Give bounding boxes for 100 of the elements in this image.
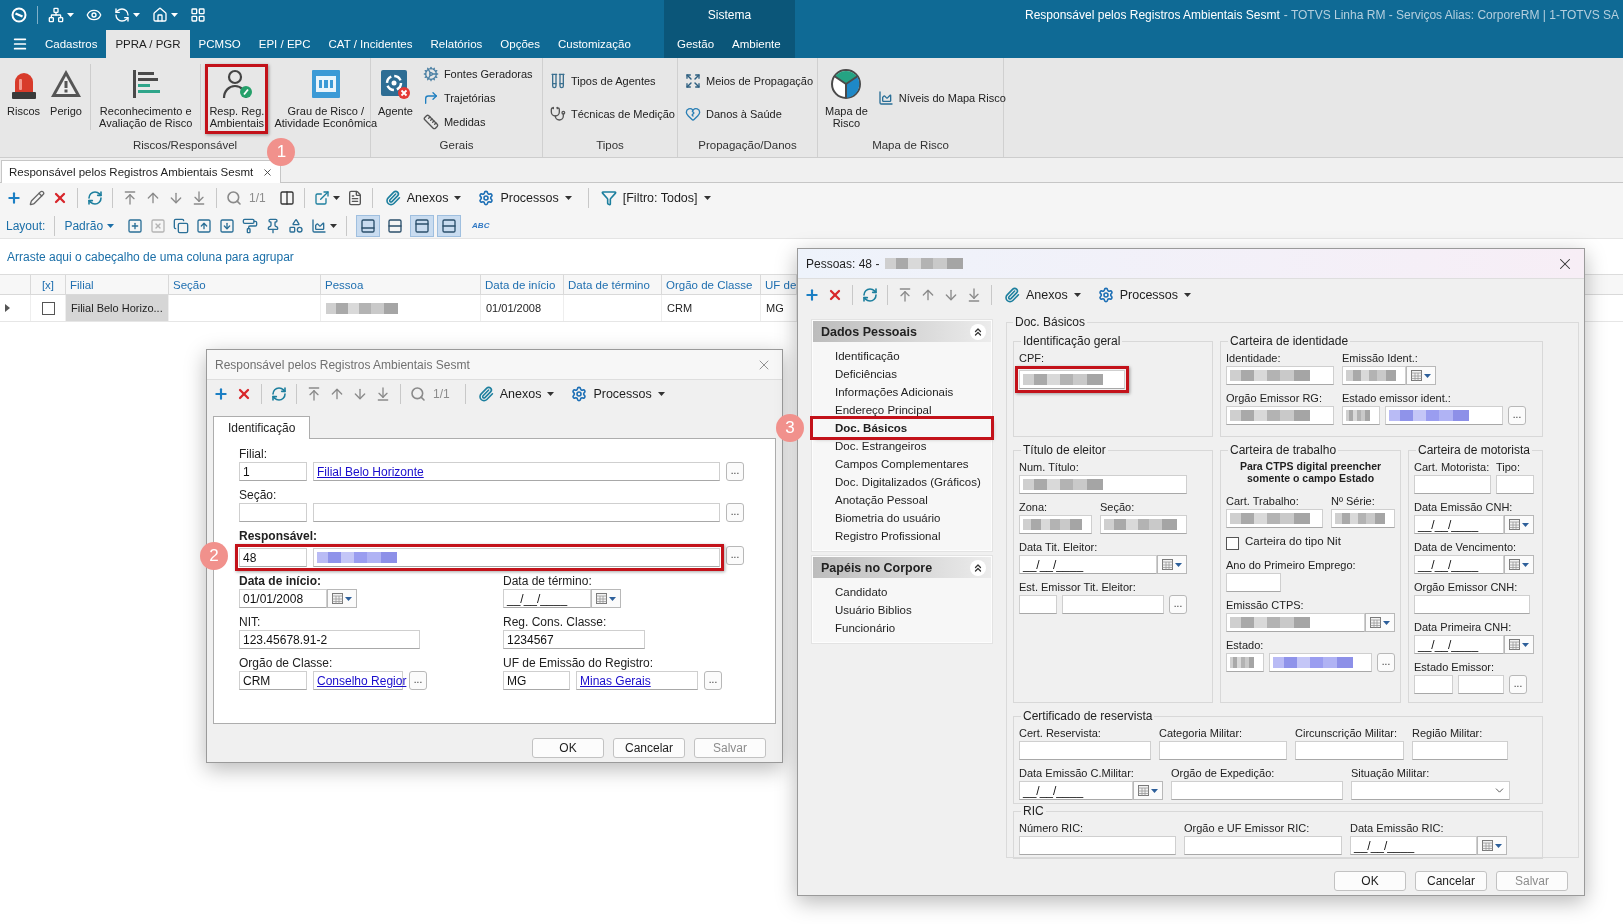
sidebar-item[interactable]: Informações Adicionais [813,383,991,401]
browse-button[interactable]: ... [1169,595,1187,614]
input-field[interactable] [1412,741,1508,760]
caret-icon[interactable] [171,13,178,17]
shapes-icon[interactable] [288,217,305,234]
search-icon[interactable] [410,386,426,402]
input-field[interactable] [1226,573,1281,592]
collapse-icon[interactable] [970,559,986,576]
caret-icon[interactable] [67,13,74,17]
caret-icon[interactable] [332,196,340,200]
sidebar-item[interactable]: Endereço Principal [813,401,991,419]
sidebar-item[interactable]: Doc. Básicos [813,419,991,437]
refresh-icon[interactable] [862,287,878,303]
input-field[interactable] [1331,509,1395,528]
add-icon[interactable] [6,190,22,206]
logo-icon[interactable] [11,7,27,23]
paint-roller-icon[interactable] [242,217,259,234]
tab[interactable]: Identificação [213,416,311,439]
calendar-button[interactable] [1504,515,1534,534]
ribbon-tab[interactable]: Gestão [668,30,724,58]
previous-record-icon[interactable] [920,287,936,303]
lookup-field[interactable] [1385,406,1503,425]
input-field[interactable]: 1234567 [503,630,645,649]
ribbon-tab[interactable]: Opções [491,30,549,58]
dialog-button[interactable]: OK [532,738,604,758]
checkbox[interactable] [1226,536,1239,550]
next-record-icon[interactable] [352,386,368,402]
add-row-icon[interactable] [127,217,144,234]
input-field[interactable] [1019,475,1187,494]
calendar-button[interactable] [1504,635,1534,654]
input-field[interactable] [1295,741,1404,760]
column-header[interactable]: Filial [66,275,169,294]
download-icon[interactable] [219,217,236,234]
browse-button[interactable]: ... [1509,675,1527,694]
input-field[interactable] [1019,836,1176,855]
ribbon-tab[interactable]: EPI / EPC [249,30,320,58]
first-record-icon[interactable] [122,190,138,206]
menu-button[interactable]: Anexos [474,386,558,402]
input-field[interactable]: CRM [239,671,307,690]
ribbon-tab[interactable]: Ambiente [723,30,790,58]
ribbon-button[interactable]: Agente [374,64,417,122]
next-record-icon[interactable] [168,190,184,206]
ribbon-tab[interactable]: Customização [548,30,640,58]
lookup-field[interactable] [313,548,720,567]
calendar-button[interactable] [591,589,621,608]
sidebar-item[interactable]: Biometria do usuário [813,509,991,527]
first-record-icon[interactable] [897,287,913,303]
date-field[interactable]: __/__/____ [1414,515,1504,534]
browse-button[interactable]: ... [409,671,427,690]
first-record-icon[interactable] [306,386,322,402]
browse-button[interactable]: ... [726,546,744,565]
export-icon[interactable] [313,190,330,206]
close-icon[interactable] [262,166,274,178]
ribbon-button[interactable]: Fontes Geradoras [422,64,533,83]
ribbon-button[interactable]: Tipos de Agentes [550,72,675,90]
input-field[interactable]: MG [503,671,570,690]
input-field[interactable] [1226,366,1334,385]
date-field[interactable]: __/__/____ [1350,836,1477,855]
browse-button[interactable]: ... [1377,653,1395,672]
ribbon-button[interactable]: Níveis do Mapa Risco [877,88,1006,107]
menu-button[interactable]: Processos [475,190,575,206]
refresh-icon[interactable] [87,190,103,206]
input-field[interactable]: 48 [239,548,307,567]
date-field[interactable] [1342,366,1406,385]
columns-icon[interactable] [278,190,295,206]
input-field[interactable] [1184,836,1342,855]
column-header[interactable]: Pessoa [321,275,481,294]
spell-check-button[interactable]: ABC [472,221,490,230]
input-field[interactable] [1226,653,1264,672]
ribbon-button[interactable]: Danos à Saúde [685,105,813,123]
view-toggle[interactable] [410,214,435,237]
select-field[interactable] [1351,781,1510,800]
sitemap-icon[interactable] [48,7,64,23]
input-field[interactable] [1019,515,1092,534]
ribbon-button[interactable]: Mapa de Risco [821,64,872,134]
sidebar-item[interactable]: Funcionário [813,619,991,637]
column-header[interactable]: [x] [31,275,66,294]
menu-icon[interactable] [12,36,28,52]
ribbon-tab[interactable]: PPRA / PGR [106,30,190,58]
menu-button[interactable]: [Filtro: Todos] [597,190,714,206]
edit-icon[interactable] [29,190,45,206]
delete-icon[interactable] [52,190,68,206]
browse-button[interactable]: ... [726,462,744,481]
sidebar-item[interactable]: Doc. Estrangeiros [813,437,991,455]
ribbon-button[interactable]: Técnicas de Medição [550,105,675,123]
dialog-button[interactable]: Cancelar [1415,871,1487,891]
caret-icon[interactable] [133,13,140,17]
input-field[interactable] [1414,675,1453,694]
previous-record-icon[interactable] [145,190,161,206]
view-toggle[interactable] [437,214,462,237]
input-field[interactable]: 1 [239,462,307,481]
input-field[interactable] [1171,781,1343,800]
calendar-button[interactable] [1477,836,1507,855]
ribbon-tab[interactable]: Relatórios [421,30,492,58]
previous-record-icon[interactable] [329,386,345,402]
input-field[interactable] [313,503,720,522]
dialog-button[interactable]: Cancelar [613,738,685,758]
menu-button[interactable]: Anexos [381,190,465,206]
input-field[interactable]: 123.45678.91-2 [239,630,420,649]
calendar-button[interactable] [1406,366,1436,385]
